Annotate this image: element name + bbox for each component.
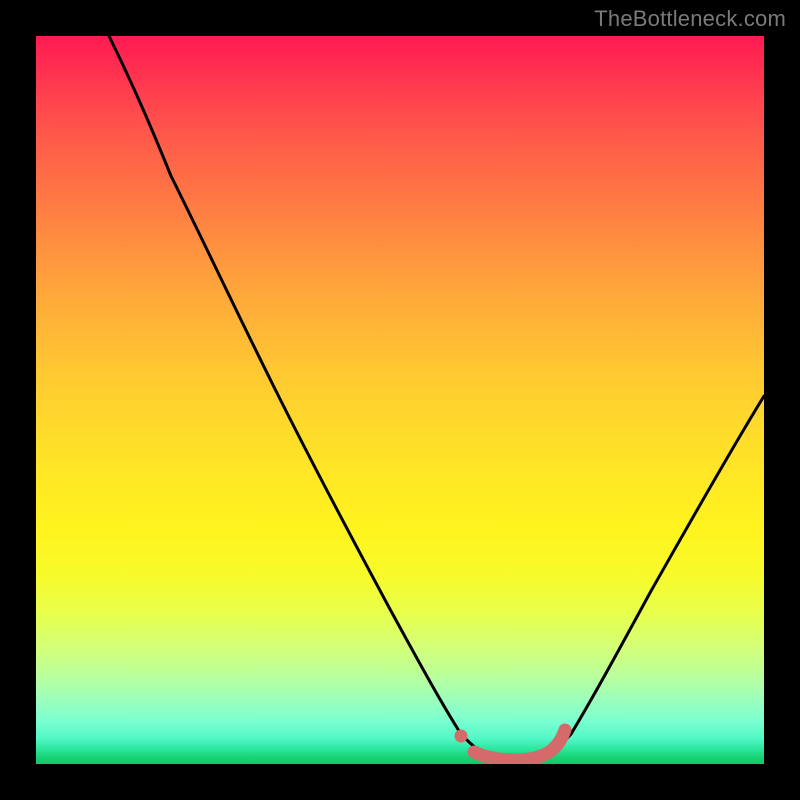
bottleneck-curve-line bbox=[109, 36, 764, 759]
chart-frame: TheBottleneck.com bbox=[0, 0, 800, 800]
plot-area bbox=[36, 36, 764, 764]
curve-layer bbox=[36, 36, 764, 764]
watermark-text: TheBottleneck.com bbox=[594, 6, 786, 32]
